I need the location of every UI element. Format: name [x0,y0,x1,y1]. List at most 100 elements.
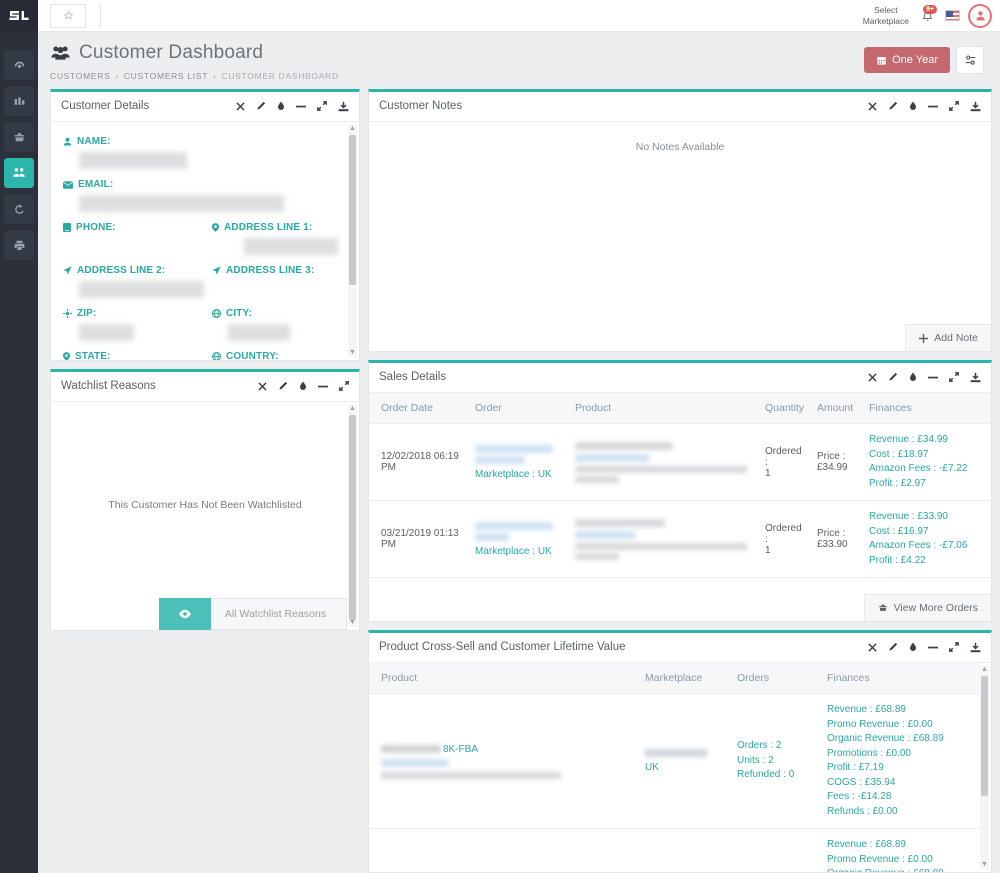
finance-label: Profit : [827,762,856,773]
globe-icon [212,352,221,360]
minus-icon[interactable] [928,373,938,382]
watchlist-scrollbar[interactable]: ▲ ▼ [348,405,357,627]
finance-organic-revenue: Organic Revenue : £68.89 [827,867,974,872]
pencil-icon[interactable] [888,372,898,382]
plus-icon [919,333,929,343]
dashboard-settings-button[interactable] [956,46,984,74]
page-header-actions: One Year [864,42,984,74]
finance-value: £16.97 [897,525,929,537]
table-row[interactable]: 03/21/2019 01:13 PM Marketplace : UK Ord… [369,500,991,578]
table-row[interactable]: Orders : 2 Revenue : £68.89 Promo Revenu… [369,828,980,872]
scroll-down-arrow[interactable]: ▼ [348,619,357,627]
cell-product [569,500,759,578]
minus-icon[interactable] [296,102,306,111]
app-root: Select Marketplace 9+ Customer Dashboard… [0,0,1000,873]
label-text: PHONE: [76,222,116,233]
table-row[interactable]: 8K-FBA UK Orders: 2 Units: 2 Refunded … [369,693,980,829]
pencil-icon[interactable] [888,101,898,111]
finance-revenue: Revenue : £34.99 [869,433,985,448]
map-marker-icon [63,352,70,360]
cross-sell-scrollbar[interactable]: ▲ ▼ [980,666,989,869]
product-line-1-redacted [575,518,665,527]
view-more-orders-button[interactable]: View More Orders [863,594,991,621]
sl-logo-icon [9,11,29,20]
field-state: STATE: Kent [63,347,204,360]
close-icon[interactable] [236,101,245,111]
sidebar-item-orders[interactable] [4,122,34,152]
scroll-up-arrow[interactable]: ▲ [348,125,357,133]
expand-icon[interactable] [949,642,959,652]
droplet-icon[interactable] [909,101,917,111]
sidebar-item-dashboard[interactable] [4,50,34,80]
favorite-button[interactable] [50,3,86,28]
scroll-down-arrow[interactable]: ▼ [348,349,357,357]
droplet-icon[interactable] [909,642,917,652]
language-flag-button[interactable] [945,10,960,21]
close-icon[interactable] [258,381,267,391]
customer-details-scrollbar[interactable]: ▲ ▼ [348,125,357,357]
minus-icon[interactable] [318,382,328,391]
sidebar-item-print[interactable] [4,230,34,260]
expand-icon[interactable] [339,381,349,391]
scroll-thumb[interactable] [349,415,356,620]
breadcrumb-item-customers[interactable]: CUSTOMERS [50,71,110,81]
table-row[interactable]: 12/02/2018 06:19 PM Marketplace : UK Ord… [369,423,991,501]
expand-icon[interactable] [317,101,327,111]
scroll-down-arrow[interactable]: ▼ [980,861,989,869]
sidebar-item-returns[interactable] [4,194,34,224]
date-range-label: One Year [892,54,938,66]
download-icon[interactable] [970,372,981,383]
field-address-line-1-value [244,238,338,255]
droplet-icon[interactable] [277,101,285,111]
sidebar-item-reports[interactable] [4,86,34,116]
finance-label: COGS : [827,776,863,788]
user-avatar-button[interactable] [968,3,992,28]
minus-icon[interactable] [928,643,938,652]
scroll-up-arrow[interactable]: ▲ [348,405,357,413]
table-header-row: Order Date Order Product Quantity Amount… [369,393,991,424]
refunded-value: 0 [788,769,795,781]
cross-sell-body: Product Marketplace Orders Finances 8K-F… [369,663,991,872]
droplet-icon[interactable] [299,381,307,391]
cell-order: Marketplace : UK [469,500,569,578]
field-city-label: CITY: [212,308,345,319]
field-phone-value [63,233,204,250]
sales-details-tbody: 12/02/2018 06:19 PM Marketplace : UK Ord… [369,423,991,578]
scroll-up-arrow[interactable]: ▲ [980,666,989,674]
expand-icon[interactable] [949,101,959,111]
pencil-icon[interactable] [256,101,266,111]
product-line-2-redacted [575,530,635,539]
select-marketplace-button[interactable]: Select Marketplace [853,5,919,26]
date-range-button[interactable]: One Year [864,47,950,73]
pencil-icon[interactable] [888,642,898,652]
watchlist-view-button[interactable] [158,598,211,630]
breadcrumb-item-customers-list[interactable]: CUSTOMERS LIST [124,71,208,81]
sidebar [0,0,38,873]
close-icon[interactable] [868,642,877,652]
download-icon[interactable] [338,101,349,112]
pencil-icon[interactable] [278,381,288,391]
field-city: CITY: [212,304,345,345]
main-area: Select Marketplace 9+ Customer Dashboard… [38,0,1000,873]
speedometer-icon [14,60,24,68]
app-logo[interactable] [0,0,38,32]
download-icon[interactable] [970,642,981,653]
droplet-icon[interactable] [909,372,917,382]
minus-icon[interactable] [928,102,938,111]
sidebar-item-customers[interactable] [4,158,34,188]
notifications-button[interactable]: 9+ [919,4,937,26]
watchlist-reasons-select[interactable]: All Watchlist Reasons [210,598,347,630]
finance-revenue: Revenue : £33.90 [869,510,985,525]
add-note-button[interactable]: Add Note [905,324,991,351]
scroll-thumb[interactable] [981,676,988,796]
expand-icon[interactable] [949,372,959,382]
units-label: Units : [737,754,766,766]
download-icon[interactable] [970,101,981,112]
finance-value: £4.22 [900,554,926,566]
map-marker-icon [212,223,219,232]
watchlist-title: Watchlist Reasons [61,380,156,392]
finance-refunds: Refunds : £0.00 [827,805,974,820]
close-icon[interactable] [868,101,877,111]
scroll-thumb[interactable] [349,135,356,285]
close-icon[interactable] [868,372,877,382]
